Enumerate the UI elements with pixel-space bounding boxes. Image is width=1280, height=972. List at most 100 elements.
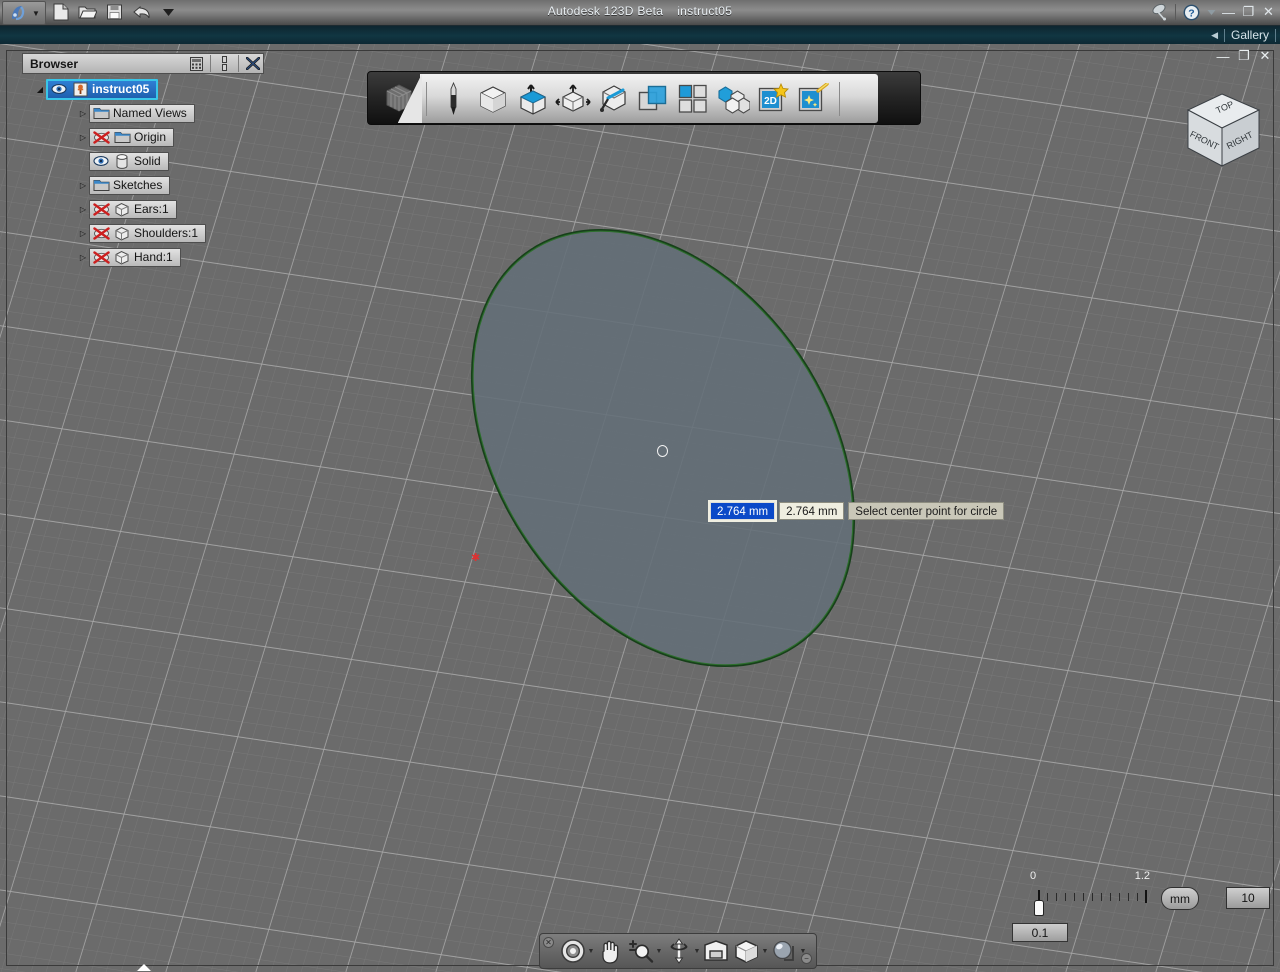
smart-tool[interactable] (793, 78, 833, 120)
browser-header-divider-2 (238, 55, 239, 72)
browser-panel-header: Browser (22, 53, 264, 74)
sidebar-item-hand[interactable]: Hand:1 (89, 247, 181, 267)
sidebar-item-label: Origin (134, 130, 167, 144)
hidden-x-icon[interactable] (92, 249, 110, 265)
free-orbit-dropdown-caret-icon[interactable]: ▼ (693, 937, 701, 965)
sidebar-item-label: Solid (134, 154, 161, 168)
display-mode-dropdown-caret-icon[interactable]: ▼ (761, 937, 769, 965)
eye-icon[interactable] (50, 81, 68, 97)
cube-icon (113, 249, 131, 265)
sidebar-item-label: Shoulders:1 (134, 226, 199, 240)
document-restore-button[interactable]: ❐ (1237, 48, 1251, 64)
browser-options-button[interactable] (216, 55, 233, 72)
scale-value-field[interactable]: 0.1 (1012, 923, 1068, 942)
titlebar-separator (1175, 4, 1176, 20)
assembly-cubes-tool[interactable] (713, 78, 753, 120)
browser-close-button[interactable] (244, 55, 261, 72)
gallery-tab-label[interactable]: Gallery (1231, 28, 1269, 42)
tree-twisty-icon[interactable]: ▷ (77, 251, 89, 263)
sidebar-item-label: Hand:1 (134, 250, 173, 264)
sidebar-item-shoulders[interactable]: Shoulders:1 (89, 223, 207, 243)
model-browser-tree: ◢ instruct05 ▷ Named Views ▷ Origin Soli… (22, 77, 264, 269)
sketch-pencil-tool[interactable] (433, 78, 473, 120)
browser-header-divider (210, 55, 211, 72)
construct-extrude-tool[interactable] (513, 78, 553, 120)
zoom-level-field[interactable]: 10 (1226, 887, 1270, 909)
viewport-bottom-marker[interactable] (137, 964, 151, 971)
app-title-text: Autodesk 123D Beta (547, 4, 664, 18)
sidebar-item-sketches[interactable]: Sketches (89, 175, 171, 195)
zoom-magnifier-icon (626, 937, 655, 965)
browser-panel: Browser ◢ instruct05 ▷ Named Views ▷ Ori… (22, 53, 264, 275)
display-mode-tool[interactable]: ▼ (732, 936, 769, 966)
tree-twisty-expanded-icon[interactable]: ◢ (34, 83, 46, 95)
help-icon[interactable]: ? (1181, 2, 1201, 22)
ruler-min-label: 0 (1030, 870, 1037, 882)
pattern-sketch-tool[interactable] (593, 78, 633, 120)
window-maximize-button[interactable]: ❐ (1241, 3, 1256, 21)
eye-icon[interactable] (92, 153, 110, 169)
scale-slider-handle[interactable] (1034, 900, 1044, 916)
title-bar: ▼ Autodesk 123D Beta instruct05 ? — ❐ ✕ (0, 0, 1280, 26)
cube-icon (113, 201, 131, 217)
sidebar-item-solid[interactable]: Solid (89, 151, 169, 171)
2d-drawing-tool[interactable]: 2D (753, 78, 793, 120)
sidebar-item-instruct05[interactable]: instruct05 (46, 78, 159, 100)
pan-tool[interactable] (596, 936, 625, 966)
view-cube[interactable]: TOP FRONT RIGHT (1178, 88, 1266, 176)
tree-twisty-icon[interactable]: ▷ (77, 131, 89, 143)
look-at-tool[interactable] (702, 936, 731, 966)
unit-selector-button[interactable]: mm (1161, 887, 1199, 910)
tree-row: Solid (22, 149, 264, 173)
tree-row: ▷ Ears:1 (22, 197, 264, 221)
browser-panel-title: Browser (30, 56, 79, 71)
grid-pattern-tool[interactable] (673, 78, 713, 120)
gallery-divider-right (1275, 28, 1276, 42)
hidden-x-icon[interactable] (92, 225, 110, 241)
tree-row: ▷ Origin (22, 125, 264, 149)
primitives-cube-tool[interactable] (473, 78, 513, 120)
window-close-button[interactable]: ✕ (1261, 3, 1276, 21)
free-orbit-tool[interactable]: ▼ (664, 936, 701, 966)
document-window-controls: — ❐ ✕ (1216, 48, 1272, 64)
measurement-input-group: 2.764 mm 2.764 mm Select center point fo… (707, 500, 1005, 522)
sidebar-item-named-views[interactable]: Named Views (89, 103, 195, 123)
help-dropdown-icon[interactable] (1206, 2, 1216, 22)
tree-twisty-icon[interactable]: ▷ (77, 107, 89, 119)
navbar-minimize-button[interactable]: − (801, 953, 812, 964)
tree-twisty-icon[interactable]: ▷ (77, 179, 89, 191)
hidden-x-icon[interactable] (92, 129, 110, 145)
gallery-collapse-arrow-icon[interactable]: ◀ (1211, 30, 1218, 41)
sidebar-item-origin[interactable]: Origin (89, 127, 175, 147)
document-close-button[interactable]: ✕ (1258, 48, 1272, 64)
hidden-x-icon[interactable] (92, 201, 110, 217)
gallery-tab-group: ◀ Gallery (1211, 26, 1276, 44)
folder-icon (113, 129, 131, 145)
browser-grid-view-button[interactable] (188, 55, 205, 72)
document-minimize-button[interactable]: — (1216, 49, 1230, 64)
gallery-bar: ◀ Gallery (0, 26, 1280, 44)
sidebar-item-ears[interactable]: Ears:1 (89, 199, 177, 219)
document-title-text: instruct05 (677, 4, 733, 18)
modify-tool[interactable] (553, 78, 593, 120)
orbit-tool[interactable]: ▼ (558, 936, 595, 966)
navbar-close-button[interactable]: ✕ (543, 937, 554, 948)
zoom-tool[interactable]: ▼ (626, 936, 663, 966)
satellite-dish-icon[interactable] (1150, 2, 1170, 22)
scale-ruler[interactable]: 0 1.2 (1028, 870, 1150, 916)
main-toolbar: 2D (367, 71, 921, 125)
combine-tool[interactable] (633, 78, 673, 120)
tree-twisty-icon[interactable]: ▷ (77, 203, 89, 215)
ruler-max-label: 1.2 (1134, 870, 1150, 882)
command-hint-tooltip: Select center point for circle (848, 502, 1005, 520)
diameter-input-secondary[interactable]: 2.764 mm (779, 502, 845, 520)
orbit-dropdown-caret-icon[interactable]: ▼ (587, 937, 595, 965)
display-cube-icon (732, 937, 761, 965)
tree-row: ▷ Shoulders:1 (22, 221, 264, 245)
zoom-dropdown-caret-icon[interactable]: ▼ (655, 937, 663, 965)
gallery-divider (1223, 28, 1225, 42)
pan-hand-icon (596, 937, 625, 965)
diameter-input-active[interactable]: 2.764 mm (707, 500, 778, 522)
tree-twisty-icon[interactable]: ▷ (77, 227, 89, 239)
window-minimize-button[interactable]: — (1221, 3, 1236, 21)
